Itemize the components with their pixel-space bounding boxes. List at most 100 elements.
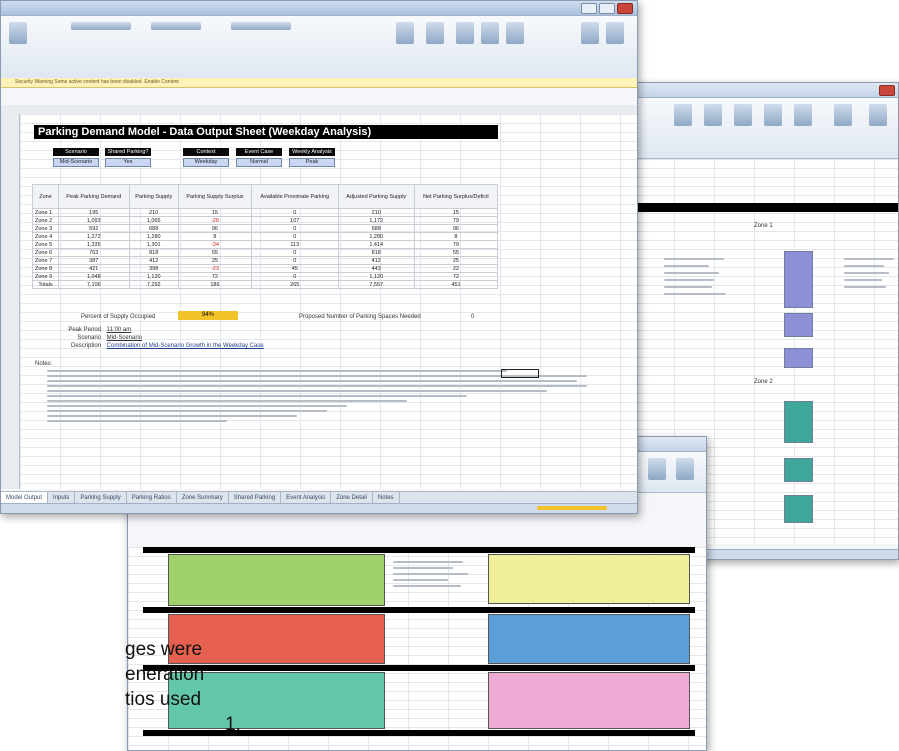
minimize-button[interactable] — [581, 3, 597, 14]
table-cell[interactable]: -28 — [177, 216, 252, 225]
table-cell[interactable]: 55 — [177, 248, 252, 257]
table-cell[interactable]: 592 — [58, 224, 130, 233]
table-cell[interactable]: 113 — [250, 240, 339, 249]
table-cell[interactable]: 25 — [413, 256, 499, 265]
table-cell[interactable]: 96 — [177, 224, 252, 233]
sort-icon[interactable] — [581, 22, 599, 44]
table-cell[interactable]: 22 — [413, 264, 499, 273]
table-cell[interactable]: 8 — [177, 232, 252, 241]
table-cell[interactable]: 79 — [413, 240, 499, 249]
main-sheet-grid[interactable] — [20, 114, 637, 489]
blue-data-block[interactable] — [488, 614, 690, 664]
ribbon-icon[interactable] — [674, 104, 692, 126]
table-cell[interactable]: 15 — [413, 208, 499, 217]
table-cell[interactable]: 7,292 — [128, 280, 179, 289]
table-cell[interactable]: 1,280 — [337, 232, 415, 241]
close-button[interactable] — [617, 3, 633, 14]
cells-icon[interactable] — [481, 22, 499, 44]
table-cell[interactable]: 763 — [58, 248, 130, 257]
table-cell[interactable]: 0 — [250, 208, 339, 217]
security-message-bar[interactable]: Security Warning Some active content has… — [1, 78, 637, 88]
cells-icon[interactable] — [456, 22, 474, 44]
table-cell[interactable]: 818 — [337, 248, 415, 257]
maximize-button[interactable] — [599, 3, 615, 14]
table-cell[interactable]: 7,557 — [337, 280, 415, 289]
weekly-analysis-value[interactable]: Peak — [289, 158, 335, 167]
green-data-block[interactable] — [168, 554, 385, 606]
table-cell[interactable]: 210 — [128, 208, 179, 217]
ribbon-icon[interactable] — [734, 104, 752, 126]
table-cell[interactable]: 1,272 — [58, 232, 130, 241]
table-cell[interactable]: 1,048 — [58, 272, 130, 281]
table-cell[interactable]: 688 — [128, 224, 179, 233]
table-cell[interactable]: 72 — [413, 272, 499, 281]
table-cell[interactable]: 1,120 — [337, 272, 415, 281]
meta-value[interactable]: Combination of Mid-Scenario Growth in th… — [107, 343, 264, 349]
table-cell[interactable]: 210 — [337, 208, 415, 217]
table-cell[interactable]: 96 — [413, 224, 499, 233]
styles-icon[interactable] — [396, 22, 414, 44]
table-cell[interactable]: 387 — [58, 256, 130, 265]
ribbon-icon[interactable] — [704, 104, 722, 126]
input-cell[interactable] — [784, 348, 813, 368]
table-cell[interactable]: 0 — [250, 256, 339, 265]
table-cell[interactable]: 451 — [413, 280, 499, 289]
table-cell[interactable]: 0 — [250, 272, 339, 281]
meta-value[interactable]: Mid-Scenario — [107, 335, 142, 341]
yellow-data-block[interactable] — [488, 554, 690, 604]
cells-icon[interactable] — [506, 22, 524, 44]
ribbon-icon[interactable] — [648, 458, 666, 480]
input-cell[interactable] — [784, 313, 813, 337]
table-cell[interactable]: 818 — [128, 248, 179, 257]
event-case-value[interactable]: Normal — [236, 158, 282, 167]
pink-data-block[interactable] — [488, 672, 690, 729]
table-cell[interactable]: 15 — [177, 208, 252, 217]
table-cell[interactable]: 1,335 — [58, 240, 130, 249]
table-cell[interactable]: -34 — [177, 240, 252, 249]
table-cell[interactable]: 688 — [337, 224, 415, 233]
row-headers[interactable] — [1, 114, 20, 489]
table-cell[interactable]: 265 — [250, 280, 339, 289]
table-cell[interactable]: 195 — [58, 208, 130, 217]
table-cell[interactable]: 72 — [177, 272, 252, 281]
selected-cell[interactable] — [501, 369, 539, 378]
ribbon-icon[interactable] — [764, 104, 782, 126]
table-cell[interactable]: 0 — [250, 224, 339, 233]
table-cell[interactable]: 45 — [250, 264, 339, 273]
meta-value[interactable]: 11:00 am — [107, 327, 132, 333]
table-cell[interactable]: -23 — [177, 264, 252, 273]
table-cell[interactable]: 1,172 — [337, 216, 415, 225]
table-cell[interactable]: 412 — [337, 256, 415, 265]
number-icon[interactable] — [231, 22, 291, 30]
input-cell[interactable] — [784, 401, 813, 443]
table-cell[interactable]: 1,301 — [128, 240, 179, 249]
table-cell[interactable]: 1,065 — [128, 216, 179, 225]
input-cell[interactable] — [784, 251, 813, 308]
find-icon[interactable] — [606, 22, 624, 44]
align-icon[interactable] — [151, 22, 201, 30]
shared-parking-value[interactable]: Yes — [105, 158, 151, 167]
table-cell[interactable]: 0 — [250, 232, 339, 241]
ribbon-icon[interactable] — [794, 104, 812, 126]
table-cell[interactable]: 107 — [250, 216, 339, 225]
font-icon[interactable] — [71, 22, 131, 30]
ribbon-icon[interactable] — [676, 458, 694, 480]
input-cell[interactable] — [784, 458, 813, 482]
table-cell[interactable]: 412 — [128, 256, 179, 265]
table-cell[interactable]: 398 — [128, 264, 179, 273]
styles-icon[interactable] — [426, 22, 444, 44]
table-cell[interactable]: 1,280 — [128, 232, 179, 241]
percent-supply-value[interactable]: 94% — [178, 311, 238, 320]
table-cell[interactable]: 1,414 — [337, 240, 415, 249]
ribbon-icon[interactable] — [834, 104, 852, 126]
table-cell[interactable]: 421 — [58, 264, 130, 273]
table-cell[interactable]: 186 — [177, 280, 252, 289]
table-cell[interactable]: 25 — [177, 256, 252, 265]
table-cell[interactable]: 443 — [337, 264, 415, 273]
table-cell[interactable]: 8 — [413, 232, 499, 241]
context-value[interactable]: Weekday — [183, 158, 229, 167]
zoom-slider[interactable] — [537, 506, 607, 510]
ribbon-icon[interactable] — [869, 104, 887, 126]
table-cell[interactable]: 7,106 — [58, 280, 130, 289]
paste-icon[interactable] — [9, 22, 27, 44]
